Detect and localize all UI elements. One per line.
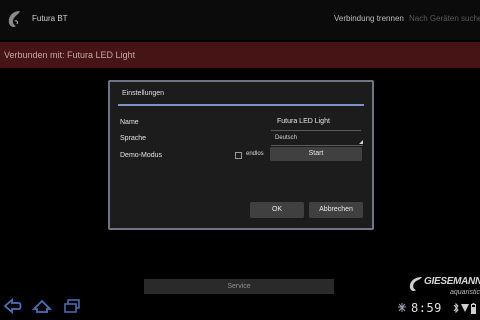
battery-icon [471, 303, 476, 314]
system-bar: 8:59 [0, 296, 480, 320]
cancel-button[interactable]: Abbrechen [309, 202, 363, 218]
dropdown-arrow-icon [359, 140, 363, 144]
debug-icon [398, 303, 406, 312]
giesemann-logo-icon [409, 277, 422, 292]
back-icon[interactable] [3, 298, 23, 314]
start-demo-button[interactable]: Start [270, 147, 362, 161]
demo-mode-label: Demo-Modus [120, 152, 163, 159]
name-label: Name [120, 119, 139, 126]
connection-banner: Verbunden mit: Futura LED Light [0, 42, 480, 68]
dialog-title: Einstellungen [122, 90, 165, 97]
endless-checkbox[interactable] [235, 152, 242, 159]
disconnect-button[interactable]: Verbindung trennen [334, 14, 404, 23]
endless-checkbox-label: endlos [246, 151, 264, 157]
language-select-value: Deutsch [275, 135, 298, 141]
dialog-title-divider [118, 104, 364, 106]
recent-apps-icon[interactable] [62, 298, 82, 314]
app-title: Futura BT [32, 14, 68, 23]
action-bar: Futura BT Verbindung trennen Nach Geräte… [0, 0, 480, 40]
name-field[interactable]: Futura LED Light [271, 118, 361, 131]
search-devices-button[interactable]: Nach Geräten suchen [409, 14, 480, 23]
app-logo-icon [8, 11, 20, 27]
brand-logo-text: GIESEMANN [424, 276, 480, 287]
language-label: Sprache [120, 135, 147, 142]
name-field-value: Futura LED Light [277, 118, 330, 125]
home-icon[interactable] [32, 298, 52, 314]
connection-status-text: Verbunden mit: Futura LED Light [4, 50, 136, 60]
service-button[interactable]: Service [144, 279, 334, 294]
bluetooth-icon [453, 303, 459, 313]
wifi-signal-icon [461, 304, 469, 312]
language-select[interactable]: Deutsch [271, 133, 363, 146]
settings-dialog: Einstellungen Name Futura LED Light Spra… [108, 80, 374, 230]
clock: 8:59 [411, 301, 442, 315]
ok-button[interactable]: OK [250, 202, 304, 218]
brand-logo-subtext: aquaristic [450, 289, 480, 296]
